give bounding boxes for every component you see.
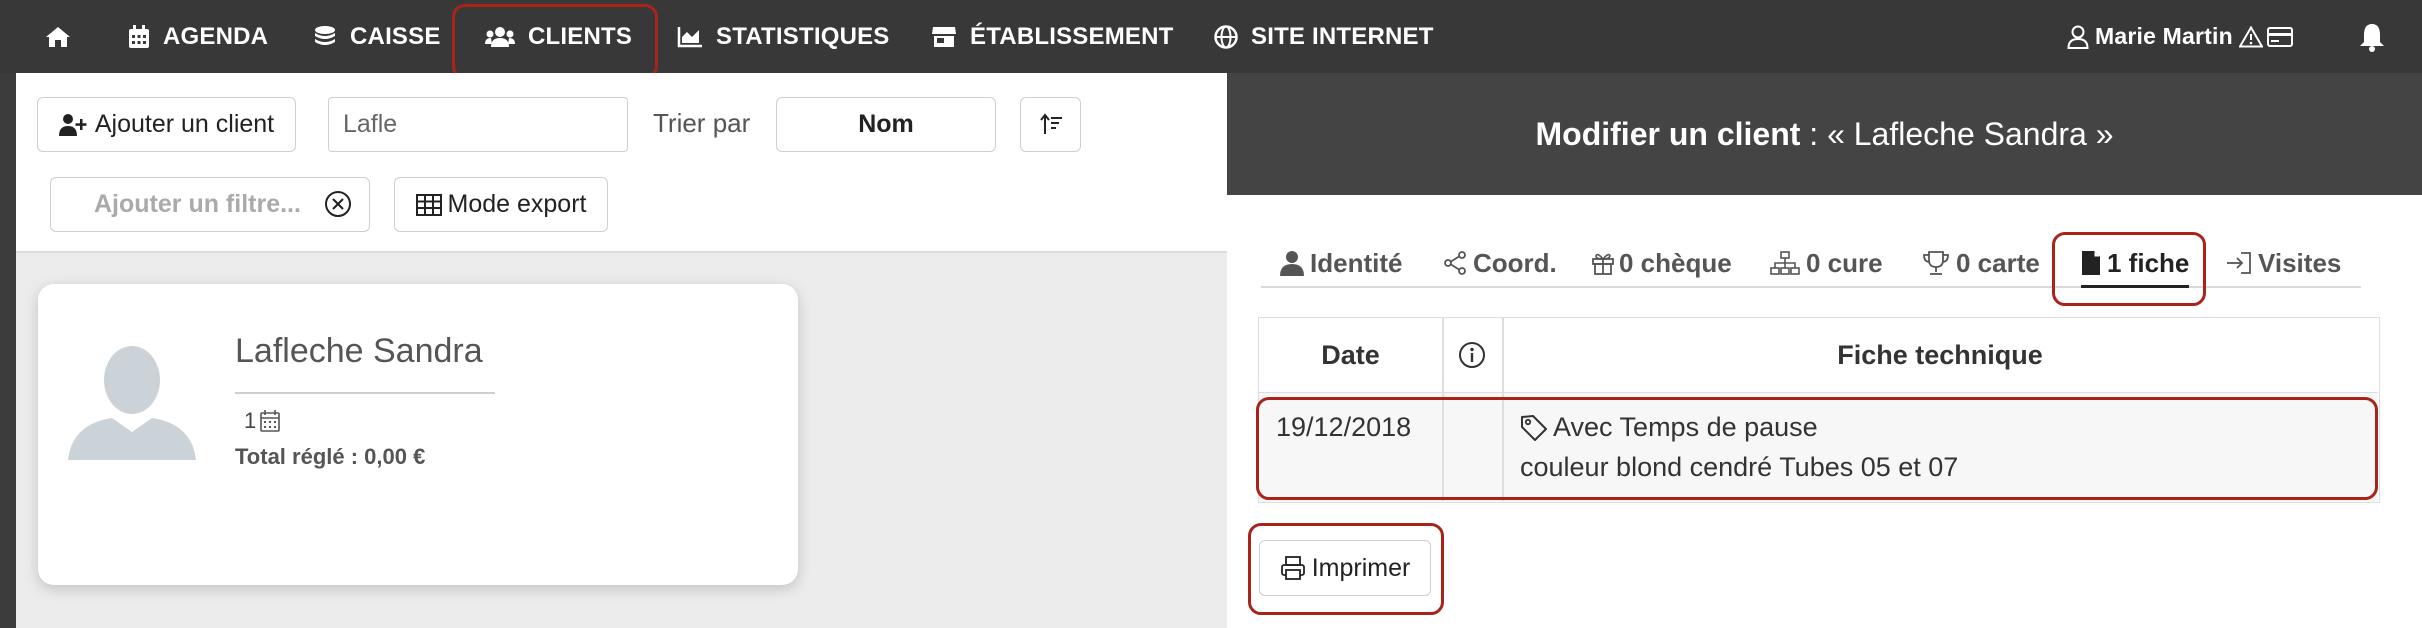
calendar-icon (128, 24, 150, 49)
share-icon (1443, 251, 1467, 275)
globe-icon (1214, 24, 1238, 49)
nav-caisse[interactable]: CAISSE (313, 0, 441, 73)
trophy-icon (1922, 250, 1950, 276)
user-name: Marie Martin (2095, 23, 2233, 49)
nav-label-site-internet: SITE INTERNET (1251, 22, 1434, 50)
credit-card-icon[interactable] (2266, 26, 2293, 47)
tab-cartes[interactable]: 0 carte (1922, 243, 2040, 283)
nav-clients[interactable]: CLIENTS (485, 0, 632, 73)
add-client-label: Ajouter un client (94, 110, 275, 138)
nav-statistiques[interactable]: STATISTIQUES (677, 0, 890, 73)
tab-identite[interactable]: Identité (1280, 243, 1402, 283)
sign-in-icon (2226, 251, 2252, 275)
column-divider (1442, 318, 1444, 501)
nav-etablissement[interactable]: ÉTABLISSEMENT (931, 0, 1174, 73)
edit-client-title-prefix: Modifier un client (1535, 115, 1801, 152)
print-label: Imprimer (1311, 553, 1411, 582)
column-header-date[interactable]: Date (1259, 318, 1442, 392)
add-filter-placeholder: Ajouter un filtre... (94, 190, 301, 218)
users-icon (485, 26, 515, 48)
sort-select[interactable]: Nom (776, 97, 996, 152)
nav-label-etablissement: ÉTABLISSEMENT (970, 22, 1174, 50)
client-search-input[interactable]: Lafle (328, 97, 628, 152)
tag-icon (1520, 414, 1548, 442)
avatar (68, 340, 196, 465)
sitemap-icon (1770, 251, 1800, 275)
visit-count-value: 1 (244, 408, 257, 433)
tab-coordonnees[interactable]: Coord. (1443, 243, 1557, 283)
info-icon[interactable] (1458, 341, 1486, 369)
nav-label-agenda: AGENDA (163, 22, 269, 50)
tabs-baseline (1261, 286, 2361, 288)
left-sidebar-strip (0, 73, 16, 628)
sort-by-label: Trier par (653, 108, 751, 138)
warning-icon[interactable] (2238, 25, 2263, 48)
table-row[interactable] (1259, 392, 2378, 502)
column-header-info (1442, 318, 1502, 392)
nav-label-clients: CLIENTS (528, 22, 633, 50)
nav-home[interactable] (44, 0, 85, 73)
client-visit-count: 1 (244, 408, 281, 434)
tab-cures[interactable]: 0 cure (1770, 243, 1883, 283)
user-menu[interactable]: Marie Martin (2067, 0, 2306, 73)
nav-label-statistiques: STATISTIQUES (716, 22, 890, 50)
tab-label-cures: 0 cure (1806, 247, 1883, 278)
technical-sheets-table: Date Fiche technique 19/12/2018 Avec Tem… (1258, 317, 2380, 503)
column-header-fiche-technique[interactable]: Fiche technique (1502, 318, 2378, 392)
nav-site-internet[interactable]: SITE INTERNET (1214, 0, 1434, 73)
edit-client-header: Modifier un client : « Lafleche Sandra » (1227, 73, 2422, 195)
calendar-icon (260, 410, 281, 432)
nav-agenda[interactable]: AGENDA (128, 0, 268, 73)
store-icon (931, 25, 957, 49)
tab-label-visites: Visites (2258, 247, 2342, 278)
export-mode-button[interactable]: Mode export (394, 177, 608, 232)
home-icon (44, 25, 72, 49)
add-filter-input[interactable]: Ajouter un filtre... (50, 177, 370, 232)
user-icon (1280, 250, 1304, 276)
row-date: 19/12/2018 (1276, 412, 1412, 442)
client-total-paid: Total réglé : 0,00 € (235, 444, 426, 469)
sheet-title-text: Avec Temps de pause (1553, 412, 1818, 442)
area-chart-icon (677, 26, 703, 48)
table-icon (415, 193, 442, 216)
tab-label-cartes: 0 carte (1956, 247, 2040, 278)
tab-fiches[interactable]: 1 fiche (2081, 243, 2189, 283)
tab-cheques[interactable]: 0 chèque (1591, 243, 1732, 283)
client-name[interactable]: Lafleche Sandra (235, 332, 483, 371)
active-tab-indicator (2081, 285, 2189, 288)
print-button[interactable]: Imprimer (1259, 540, 1431, 596)
row-sheet-title: Avec Temps de pause (1520, 412, 1818, 443)
edit-client-title-name: : « Lafleche Sandra » (1800, 115, 2114, 152)
file-icon (2081, 250, 2101, 276)
row-sheet-detail: couleur blond cendré Tubes 05 et 07 (1520, 452, 1959, 482)
add-client-button[interactable]: Ajouter un client (37, 97, 296, 152)
tab-label-coordonnees: Coord. (1473, 247, 1557, 278)
user-icon (2067, 25, 2089, 49)
user-plus-icon (58, 113, 87, 137)
client-card-divider (235, 392, 495, 394)
bell-icon (2358, 22, 2386, 52)
sort-direction-button[interactable] (1020, 97, 1081, 152)
sort-amount-icon (1039, 112, 1063, 137)
column-divider (1502, 318, 1504, 501)
coins-icon (313, 25, 337, 49)
notifications-button[interactable] (2358, 0, 2399, 73)
gift-icon (1591, 251, 1615, 275)
top-navigation-bar: AGENDA CAISSE CLIENTS STATISTIQUES ÉTABL… (0, 0, 2422, 73)
nav-label-caisse: CAISSE (350, 22, 441, 50)
printer-icon (1280, 555, 1306, 581)
export-mode-label: Mode export (447, 190, 587, 218)
clear-filter-icon[interactable] (324, 190, 352, 223)
tab-visites[interactable]: Visites (2226, 243, 2341, 283)
client-card[interactable]: Lafleche Sandra 1 Total réglé : 0,00 € (38, 284, 798, 585)
tab-label-identite: Identité (1310, 247, 1403, 278)
tab-label-fiches: 1 fiche (2107, 247, 2190, 278)
tab-label-cheques: 0 chèque (1619, 247, 1732, 278)
